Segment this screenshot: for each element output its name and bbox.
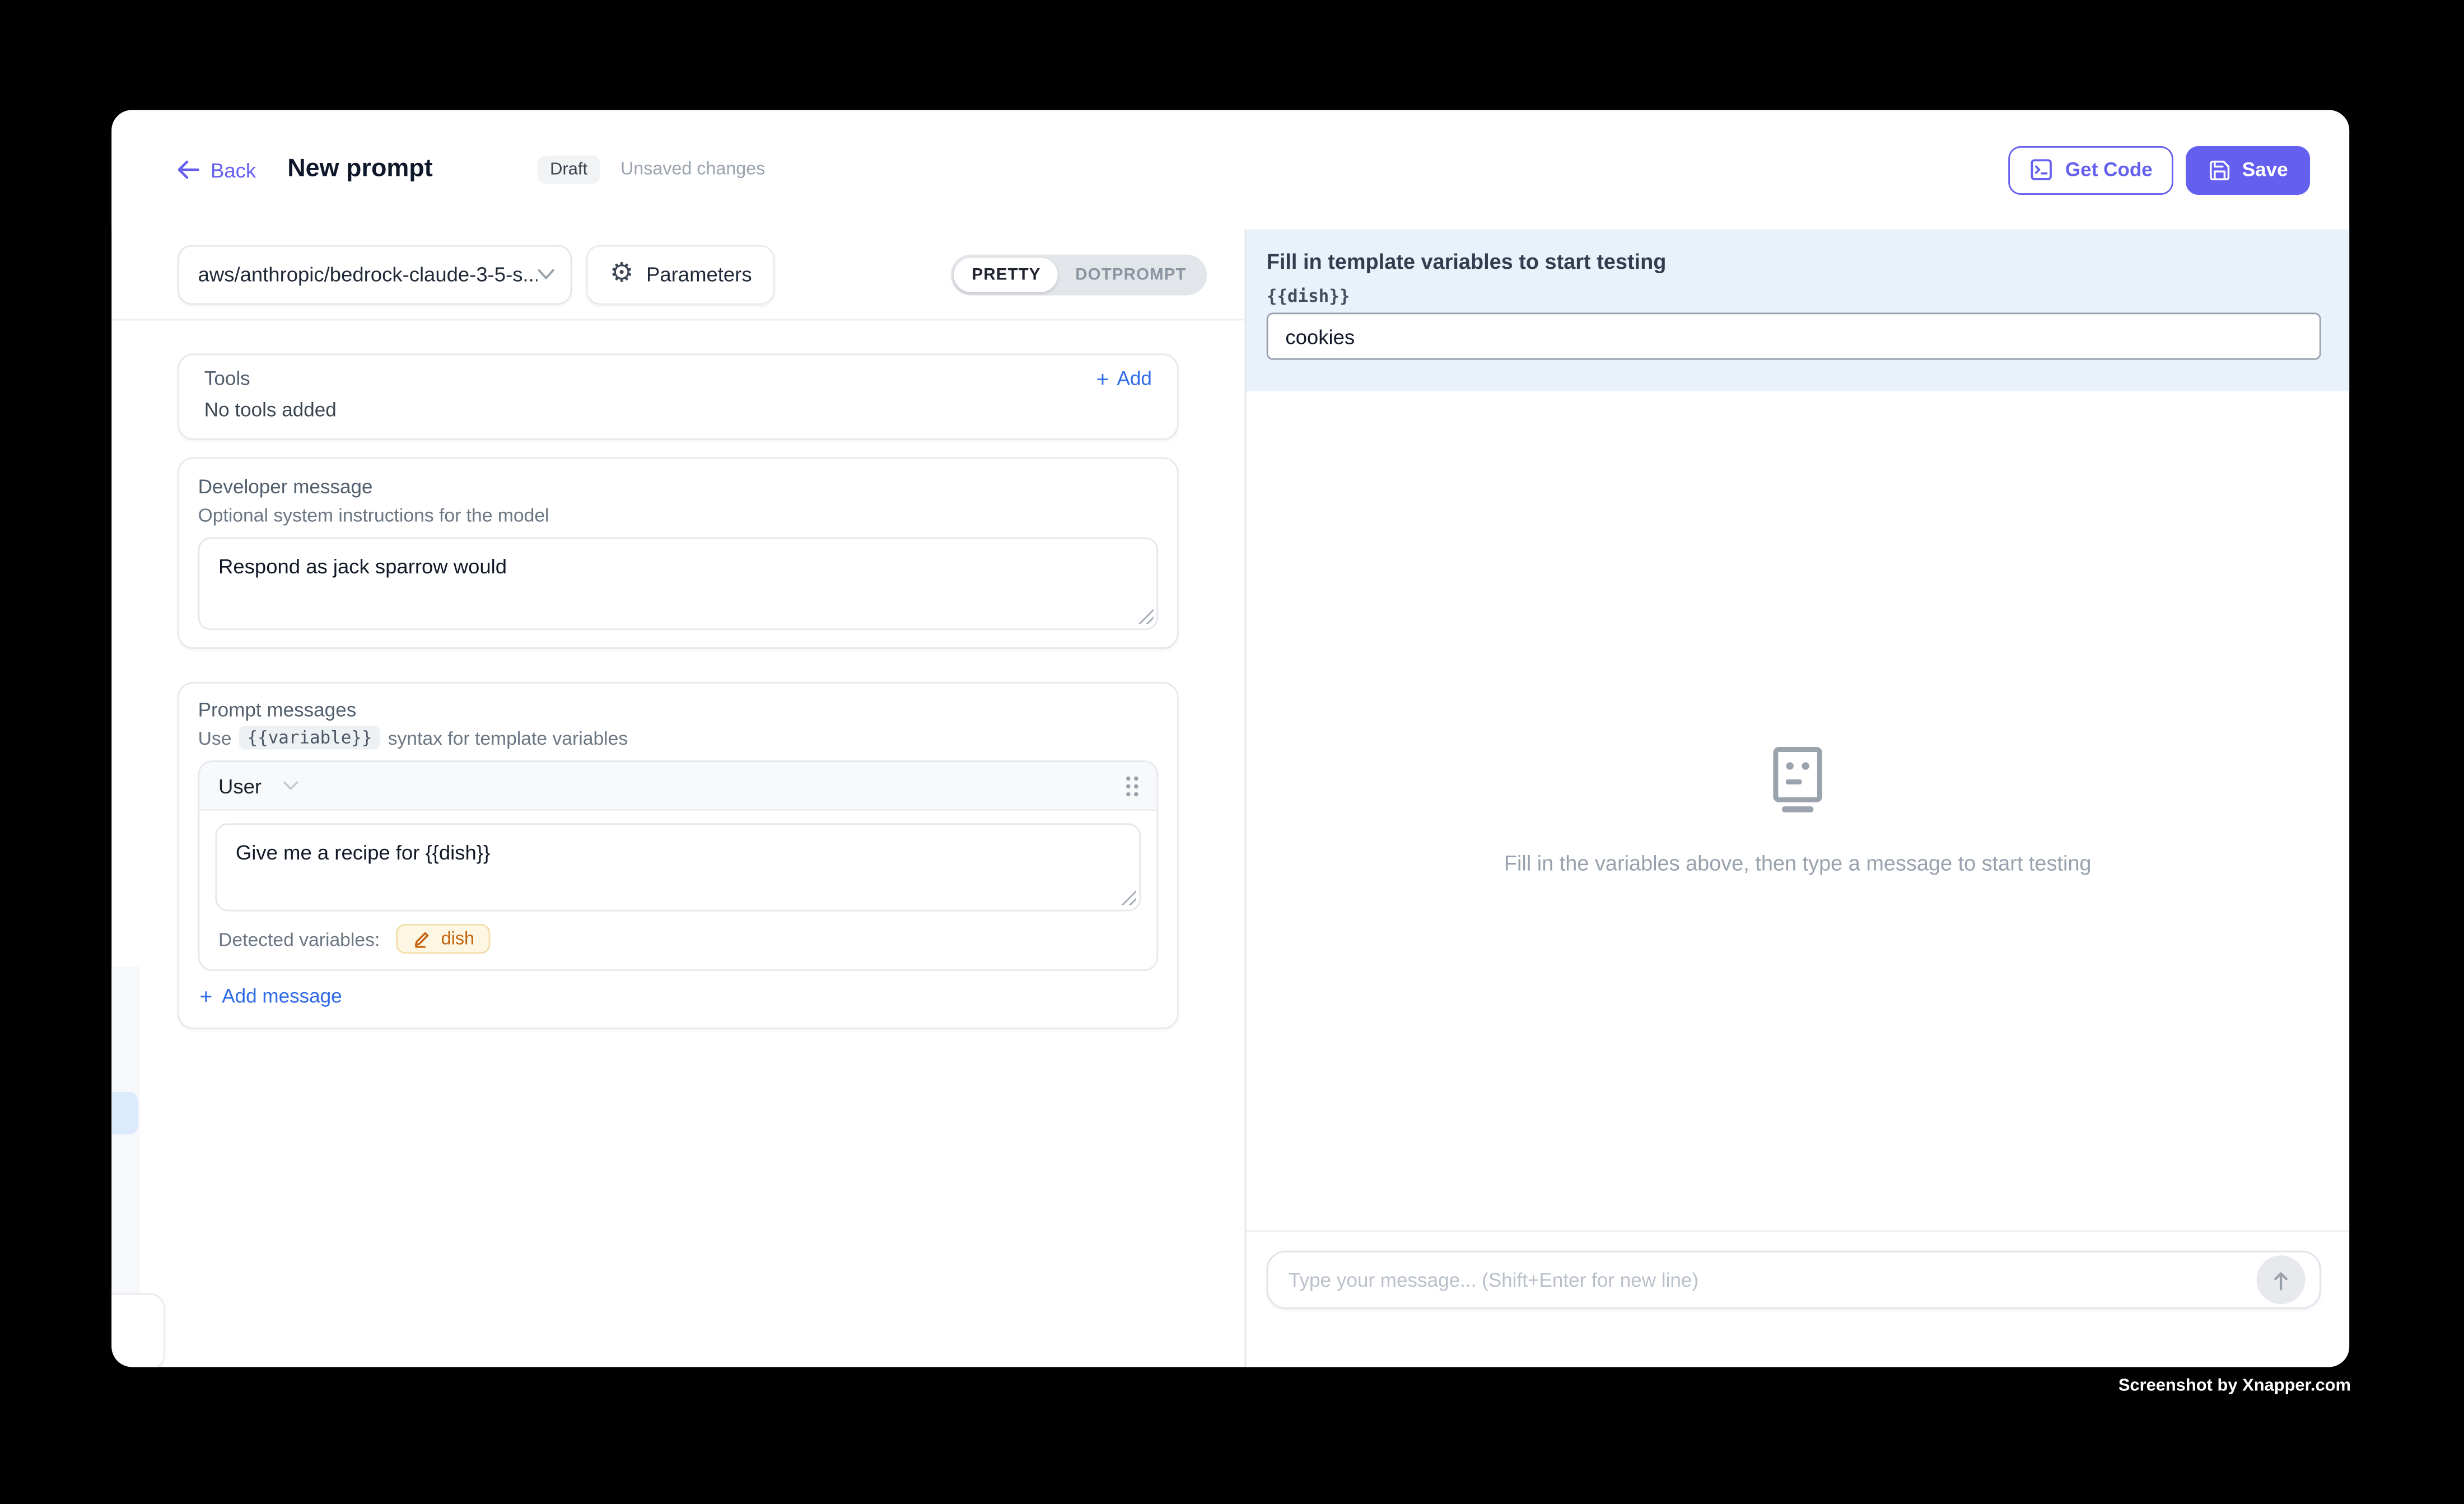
header-actions: Get Code Save	[2009, 146, 2310, 194]
back-label: Back	[211, 158, 256, 181]
chat-empty-text: Fill in the variables above, then type a…	[1504, 852, 2092, 875]
resize-grip[interactable]	[1121, 889, 1136, 905]
unsaved-changes-note: Unsaved changes	[620, 160, 765, 179]
developer-message-card: Developer message Optional system instru…	[178, 457, 1178, 649]
add-message-label: Add message	[222, 985, 342, 1007]
editor-panel: aws/anthropic/bedrock-claude-3-5-s... ⚙ …	[111, 230, 1244, 1367]
chat-empty-state: Fill in the variables above, then type a…	[1246, 391, 2349, 1230]
chat-input-bar	[1246, 1230, 2349, 1367]
plus-icon: +	[199, 985, 212, 1007]
gear-icon: ⚙	[610, 261, 634, 288]
left-edge-highlight	[111, 1092, 138, 1134]
save-button[interactable]: Save	[2186, 146, 2310, 194]
app-window: Back New prompt Draft Unsaved changes Ge…	[111, 110, 2349, 1367]
dish-variable-label: {{dish}}	[1267, 286, 2321, 306]
add-tool-button[interactable]: + Add	[1096, 368, 1151, 390]
parameters-label: Parameters	[646, 263, 752, 286]
editor-scroll-area: Tools + Add No tools added Developer mes…	[111, 320, 1244, 1367]
hint-prefix: Use	[198, 727, 232, 749]
template-variables-section: Fill in template variables to start test…	[1246, 230, 2349, 391]
send-arrow-icon	[2271, 1269, 2291, 1291]
variable-code-pill: {{variable}}	[239, 726, 380, 749]
variable-badge-label: dish	[441, 930, 474, 949]
chevron-down-icon	[283, 781, 299, 791]
send-button[interactable]	[2257, 1255, 2306, 1304]
get-code-label: Get Code	[2065, 158, 2153, 180]
tools-empty-text: No tools added	[204, 399, 1152, 421]
drag-handle-icon[interactable]	[1123, 774, 1141, 797]
get-code-button[interactable]: Get Code	[2009, 146, 2173, 194]
developer-message-title: Developer message	[198, 476, 1159, 498]
variables-heading: Fill in template variables to start test…	[1267, 250, 2321, 273]
prompt-messages-card: Prompt messages Use {{variable}} syntax …	[178, 682, 1178, 1029]
model-select-value: aws/anthropic/bedrock-claude-3-5-s...	[198, 263, 538, 286]
model-toolbar: aws/anthropic/bedrock-claude-3-5-s... ⚙ …	[111, 230, 1244, 321]
view-toggle: PRETTY DOTPROMPT	[951, 254, 1207, 295]
header: Back New prompt Draft Unsaved changes Ge…	[111, 110, 2349, 229]
developer-message-textarea[interactable]: Respond as jack sparrow would	[198, 538, 1159, 630]
save-label: Save	[2242, 158, 2288, 180]
save-icon	[2208, 158, 2231, 181]
back-button[interactable]: Back	[178, 158, 256, 181]
left-edge-card	[111, 1293, 165, 1367]
chevron-down-icon	[538, 269, 555, 280]
main-split: aws/anthropic/bedrock-claude-3-5-s... ⚙ …	[111, 230, 2349, 1367]
status-badge: Draft	[538, 156, 600, 184]
dish-variable-input[interactable]	[1267, 312, 2321, 359]
message-body: Give me a recipe for {{dish}} Detected v…	[199, 811, 1156, 969]
page-title: New prompt	[287, 156, 432, 184]
status-group: Draft Unsaved changes	[538, 156, 766, 184]
role-select[interactable]: User	[218, 774, 299, 797]
variable-syntax-hint: Use {{variable}} syntax for template var…	[198, 726, 1159, 749]
resize-grip[interactable]	[1138, 608, 1154, 624]
bot-icon	[1771, 746, 1824, 812]
add-message-button[interactable]: + Add message	[198, 985, 342, 1007]
tools-card: Tools + Add No tools added	[178, 353, 1178, 440]
toggle-dotprompt[interactable]: DOTPROMPT	[1058, 257, 1203, 292]
back-arrow-icon	[178, 160, 199, 179]
variable-badge-dish[interactable]: dish	[395, 924, 490, 954]
detected-variables-label: Detected variables:	[218, 928, 380, 950]
add-tool-label: Add	[1117, 368, 1151, 390]
role-value: User	[218, 774, 262, 797]
toggle-pretty[interactable]: PRETTY	[955, 257, 1058, 292]
hint-suffix: syntax for template variables	[388, 727, 628, 749]
pencil-icon	[411, 928, 431, 949]
test-panel: Fill in template variables to start test…	[1244, 230, 2349, 1367]
detected-variables-row: Detected variables: dish	[215, 924, 1141, 954]
prompt-messages-title: Prompt messages	[198, 699, 1159, 721]
model-select[interactable]: aws/anthropic/bedrock-claude-3-5-s...	[178, 244, 572, 304]
terminal-icon	[2029, 157, 2054, 183]
message-block: User G	[198, 760, 1159, 971]
message-header: User	[199, 762, 1156, 811]
plus-icon: +	[1096, 368, 1109, 390]
user-message-textarea[interactable]: Give me a recipe for {{dish}}	[215, 823, 1141, 911]
screenshot-credit: Screenshot by Xnapper.com	[2118, 1376, 2351, 1395]
parameters-button[interactable]: ⚙ Parameters	[586, 244, 776, 304]
screenshot-stage: Back New prompt Draft Unsaved changes Ge…	[0, 0, 2464, 1503]
chat-message-input[interactable]	[1267, 1251, 2321, 1309]
tools-title: Tools	[204, 368, 250, 390]
developer-message-subtitle: Optional system instructions for the mod…	[198, 505, 1159, 526]
